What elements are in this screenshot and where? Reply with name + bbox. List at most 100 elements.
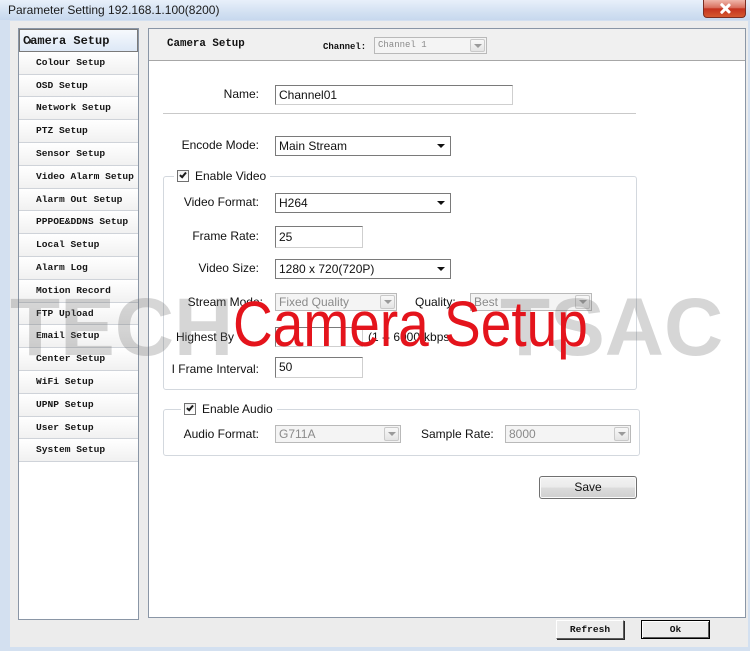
sidebar-item-network-setup[interactable]: Network Setup — [19, 97, 138, 121]
refresh-button[interactable]: Refresh — [556, 620, 624, 639]
chevron-down-icon — [388, 432, 396, 436]
sidebar-item-colour-setup[interactable]: Colour Setup — [19, 51, 138, 75]
stream-mode-select[interactable]: Fixed Quality — [275, 293, 397, 311]
enable-video-checkbox[interactable] — [177, 170, 189, 182]
video-format-select[interactable]: H264 — [275, 193, 451, 213]
i-frame-interval-input[interactable]: 50 — [275, 357, 363, 378]
sidebar-item-label: Alarm Out Setup — [36, 193, 123, 205]
sidebar-item-label: UPNP Setup — [36, 398, 94, 410]
enable-audio-legend: Enable Audio — [181, 401, 277, 417]
sidebar-item-system-setup[interactable]: System Setup — [19, 439, 138, 463]
window-title: Parameter Setting 192.168.1.100(8200) — [8, 3, 220, 17]
sidebar-item-ptz-setup[interactable]: PTZ Setup — [19, 120, 138, 143]
sidebar-item-label: Local Setup — [36, 239, 100, 251]
video-size-select[interactable]: 1280 x 720(720P) — [275, 259, 451, 279]
sidebar-item-label: Sensor Setup — [36, 148, 106, 159]
sidebar-item-label: Camera Setup — [23, 34, 110, 48]
dropdown-button[interactable] — [384, 427, 399, 441]
sidebar-item-label: User Setup — [36, 421, 94, 433]
sidebar-item-label: PPPOE&DDNS Setup — [36, 216, 129, 228]
sidebar-item-label: OSD Setup — [36, 79, 88, 91]
highest-bitrate-input[interactable] — [275, 327, 363, 347]
close-icon — [719, 3, 731, 14]
chevron-down-icon — [437, 267, 445, 271]
sidebar: Camera Setup Colour Setup OSD Setup Netw… — [18, 28, 139, 620]
video-format-label: Video Format: — [183, 195, 259, 209]
triangle-right-icon — [29, 38, 33, 44]
enable-video-label: Enable Video — [195, 169, 267, 183]
chevron-down-icon — [618, 432, 626, 436]
stream-mode-label: Stream Mode: — [187, 295, 263, 309]
sidebar-item-label: Alarm Log — [36, 262, 88, 273]
audio-format-select[interactable]: G711A — [275, 425, 401, 443]
audio-format-value: G711A — [279, 427, 316, 441]
chevron-down-icon — [437, 201, 445, 205]
name-input[interactable]: Channel01 — [275, 85, 513, 105]
i-frame-interval-label: I Frame Interval: — [171, 362, 259, 376]
sidebar-item-label: FTP Upload — [36, 307, 94, 319]
enable-audio-label: Enable Audio — [202, 402, 273, 416]
checkmark-icon — [186, 403, 194, 412]
encode-mode-select[interactable]: Main Stream — [275, 136, 451, 156]
dropdown-button[interactable] — [434, 138, 449, 154]
close-button[interactable] — [703, 0, 746, 18]
sidebar-item-alarm-log[interactable]: Alarm Log — [19, 257, 138, 280]
sidebar-item-center-setup[interactable]: Center Setup — [19, 348, 138, 371]
save-button[interactable]: Save — [539, 476, 637, 499]
sidebar-item-label: Email Setup — [36, 330, 100, 342]
encode-mode-value: Main Stream — [279, 139, 348, 153]
sidebar-item-label: System Setup — [36, 444, 106, 456]
checkmark-icon — [179, 170, 187, 179]
ok-button[interactable]: Ok — [641, 620, 710, 639]
enable-audio-checkbox[interactable] — [184, 403, 196, 415]
frame-rate-label: Frame Rate: — [192, 229, 259, 243]
video-size-label: Video Size: — [198, 261, 260, 275]
sidebar-item-label: Video Alarm Setup — [36, 170, 134, 182]
title-bar[interactable]: Parameter Setting 192.168.1.100(8200) — [0, 0, 750, 20]
quality-select[interactable]: Best — [470, 293, 592, 311]
sidebar-item-label: Colour Setup — [36, 56, 106, 68]
channel-select-value: Channel 1 — [378, 40, 427, 50]
dropdown-button[interactable] — [434, 195, 449, 211]
audio-format-label: Audio Format: — [183, 427, 259, 441]
sidebar-item-motion-record[interactable]: Motion Record — [19, 279, 138, 303]
divider — [163, 113, 636, 115]
sidebar-item-video-alarm-setup[interactable]: Video Alarm Setup — [19, 165, 138, 189]
sidebar-item-osd-setup[interactable]: OSD Setup — [19, 74, 138, 98]
sidebar-item-upnp-setup[interactable]: UPNP Setup — [19, 393, 138, 417]
panel-header: Camera Setup Channel: Channel 1 — [149, 29, 745, 61]
name-label: Name: — [223, 87, 259, 101]
dropdown-button[interactable] — [470, 39, 485, 52]
dropdown-button[interactable] — [380, 295, 395, 309]
sidebar-item-ftp-upload[interactable]: FTP Upload — [19, 302, 138, 326]
sidebar-item-label: Network Setup — [36, 102, 111, 114]
sample-rate-label: Sample Rate: — [421, 427, 494, 441]
bitrate-range-text: (1 -- 6000)kbps — [368, 330, 450, 344]
sidebar-item-camera-setup[interactable]: Camera Setup — [19, 29, 138, 52]
channel-label: Channel: — [323, 42, 367, 52]
enable-video-legend: Enable Video — [174, 168, 271, 184]
video-format-value: H264 — [279, 196, 308, 210]
page-title: Camera Setup — [167, 38, 245, 50]
sidebar-item-local-setup[interactable]: Local Setup — [19, 234, 138, 257]
chevron-down-icon — [579, 300, 587, 304]
sidebar-item-wifi-setup[interactable]: WiFi Setup — [19, 371, 138, 394]
sidebar-item-sensor-setup[interactable]: Sensor Setup — [19, 143, 138, 166]
chevron-down-icon — [384, 300, 392, 304]
dropdown-button[interactable] — [614, 427, 629, 441]
sidebar-item-label: PTZ Setup — [36, 125, 88, 137]
sidebar-item-label: Center Setup — [36, 353, 106, 365]
sidebar-item-email-setup[interactable]: Email Setup — [19, 325, 138, 349]
sidebar-item-label: Motion Record — [36, 284, 111, 296]
dropdown-button[interactable] — [434, 261, 449, 277]
encode-mode-label: Encode Mode: — [181, 138, 259, 152]
sidebar-item-user-setup[interactable]: User Setup — [19, 416, 138, 440]
sidebar-item-pppoe-ddns-setup[interactable]: PPPOE&DDNS Setup — [19, 211, 138, 235]
frame-rate-input[interactable]: 25 — [275, 226, 363, 248]
sample-rate-select[interactable]: 8000 — [505, 425, 631, 443]
sidebar-item-alarm-out-setup[interactable]: Alarm Out Setup — [19, 188, 138, 212]
channel-select[interactable]: Channel 1 — [374, 37, 487, 54]
dropdown-button[interactable] — [575, 295, 590, 309]
sidebar-item-label: WiFi Setup — [36, 376, 94, 387]
highest-bitrate-label: Highest By — [176, 330, 235, 344]
